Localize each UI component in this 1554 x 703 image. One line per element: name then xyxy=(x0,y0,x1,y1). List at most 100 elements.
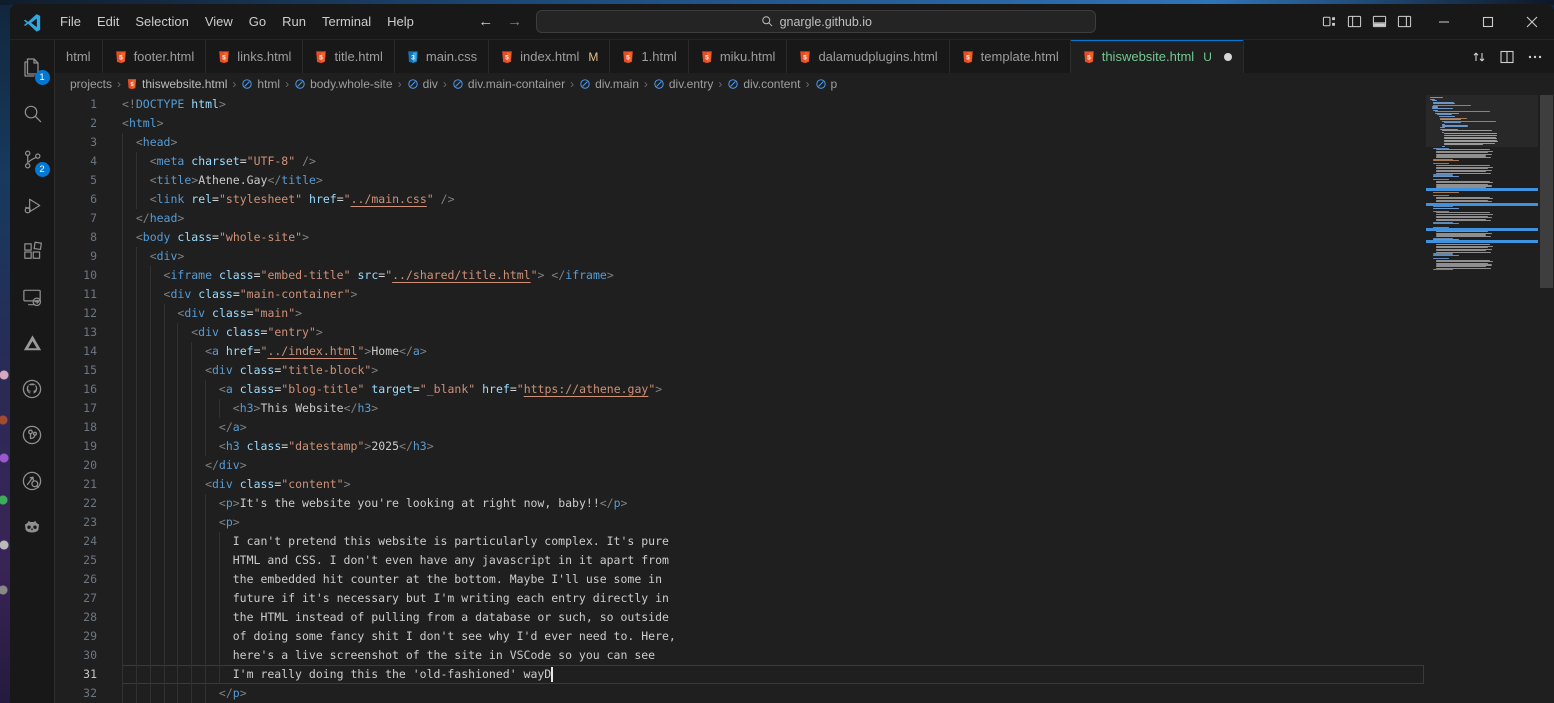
dirty-dot-icon[interactable] xyxy=(1224,53,1232,61)
code-line[interactable]: 7</head> xyxy=(55,209,1424,228)
minimize-button[interactable] xyxy=(1422,4,1466,40)
breadcrumb-item[interactable]: div.content xyxy=(743,77,800,91)
code-line[interactable]: 23<p> xyxy=(55,513,1424,532)
breadcrumb-item[interactable]: div.main xyxy=(595,77,639,91)
menu-run[interactable]: Run xyxy=(274,11,314,32)
code-line[interactable]: 18</a> xyxy=(55,418,1424,437)
code-line[interactable]: 29of doing some fancy shit I don't see w… xyxy=(55,627,1424,646)
breadcrumb-item[interactable]: body.whole-site xyxy=(310,77,393,91)
menu-terminal[interactable]: Terminal xyxy=(314,11,379,32)
code-line[interactable]: 9<div> xyxy=(55,247,1424,266)
nav-back-button[interactable]: ← xyxy=(478,13,493,30)
code-line[interactable]: 27future if it's necessary but I'm writi… xyxy=(55,589,1424,608)
code-line[interactable]: 19<h3 class="datestamp">2025</h3> xyxy=(55,437,1424,456)
open-changes-icon[interactable] xyxy=(1466,45,1492,69)
code-line[interactable]: 16<a class="blog-title" target="_blank" … xyxy=(55,380,1424,399)
menu-help[interactable]: Help xyxy=(379,11,422,32)
code-line[interactable]: 14<a href="../index.html">Home</a> xyxy=(55,342,1424,361)
code-line[interactable]: 26the embedded hit counter at the bottom… xyxy=(55,570,1424,589)
code-line[interactable]: 13<div class="entry"> xyxy=(55,323,1424,342)
scrollbar-thumb[interactable] xyxy=(1540,95,1553,288)
code-line[interactable]: 15<div class="title-block"> xyxy=(55,361,1424,380)
tab-template.html[interactable]: 5template.html xyxy=(950,40,1071,73)
breadcrumb-item[interactable]: div xyxy=(423,77,438,91)
tab-links.html[interactable]: 5links.html xyxy=(206,40,303,73)
activitybar-extensions[interactable] xyxy=(10,228,55,274)
activitybar-run-and-debug[interactable] xyxy=(10,182,55,228)
tab-footer.html[interactable]: 5footer.html xyxy=(103,40,207,73)
tab-main.css[interactable]: 3main.css xyxy=(395,40,489,73)
split-editor-icon[interactable] xyxy=(1494,45,1520,69)
chevron-right-icon: › xyxy=(805,77,811,91)
code-line[interactable]: 6<link rel="stylesheet" href="../main.cs… xyxy=(55,190,1424,209)
maximize-button[interactable] xyxy=(1466,4,1510,40)
code-line[interactable]: 24I can't pretend this website is partic… xyxy=(55,532,1424,551)
toggle-primary-sidebar-icon[interactable] xyxy=(1347,14,1362,29)
code-line[interactable]: 5<title>Athene.Gay</title> xyxy=(55,171,1424,190)
symbol-element-icon xyxy=(727,77,739,91)
minimap-row xyxy=(1433,176,1459,177)
code-line[interactable]: 17<h3>This Website</h3> xyxy=(55,399,1424,418)
menu-edit[interactable]: Edit xyxy=(89,11,127,32)
activitybar-explorer[interactable]: 1 xyxy=(10,44,55,90)
tab-html[interactable]: html xyxy=(55,40,103,73)
tab-miku.html[interactable]: 5miku.html xyxy=(689,40,788,73)
line-number: 15 xyxy=(55,361,122,380)
tab-title.html[interactable]: 5title.html xyxy=(303,40,394,73)
code-text: <p>It's the website you're looking at ri… xyxy=(122,494,1424,513)
code-line[interactable]: 30here's a live screenshot of the site i… xyxy=(55,646,1424,665)
activitybar-source-control[interactable]: 2 xyxy=(10,136,55,182)
code-line[interactable]: 21<div class="content"> xyxy=(55,475,1424,494)
breadcrumb-root[interactable]: projects xyxy=(70,77,112,91)
breadcrumb-item[interactable]: html xyxy=(257,77,280,91)
nav-forward-button[interactable]: → xyxy=(507,13,522,30)
tab-index.html[interactable]: 5index.htmlM xyxy=(489,40,610,73)
command-center[interactable]: gnargle.github.io xyxy=(536,10,1096,33)
activitybar-remote-explorer[interactable] xyxy=(10,274,55,320)
code-line[interactable]: 8<body class="whole-site"> xyxy=(55,228,1424,247)
activitybar-search[interactable] xyxy=(10,90,55,136)
line-number: 23 xyxy=(55,513,122,532)
code-line[interactable]: 4<meta charset="UTF-8" /> xyxy=(55,152,1424,171)
code-line[interactable]: 11<div class="main-container"> xyxy=(55,285,1424,304)
code-editor[interactable]: 1<!DOCTYPE html>2<html>3<head>4<meta cha… xyxy=(55,95,1554,703)
code-text: <iframe class="embed-title" src="../shar… xyxy=(122,266,1424,285)
code-line[interactable]: 3<head> xyxy=(55,133,1424,152)
menu-selection[interactable]: Selection xyxy=(127,11,196,32)
minimap[interactable] xyxy=(1426,95,1538,703)
minimap-change-marker xyxy=(1426,228,1538,231)
code-line[interactable]: 12<div class="main"> xyxy=(55,304,1424,323)
toggle-panel-icon[interactable] xyxy=(1372,14,1387,29)
tab-1.html[interactable]: 51.html xyxy=(610,40,688,73)
code-line[interactable]: 22<p>It's the website you're looking at … xyxy=(55,494,1424,513)
chevron-right-icon: › xyxy=(284,77,290,91)
tab-thiswebsite.html[interactable]: 5thiswebsite.htmlU xyxy=(1071,40,1244,73)
activitybar-extension-triangle[interactable] xyxy=(10,320,55,366)
code-line[interactable]: 31I'm really doing this the 'old-fashion… xyxy=(55,665,1424,684)
menu-file[interactable]: File xyxy=(52,11,89,32)
breadcrumb-item[interactable]: div.entry xyxy=(669,77,713,91)
activitybar-github[interactable] xyxy=(10,366,55,412)
code-line[interactable]: 25HTML and CSS. I don't even have any ja… xyxy=(55,551,1424,570)
more-actions-icon[interactable] xyxy=(1522,45,1548,69)
customize-layout-icon[interactable] xyxy=(1322,14,1337,29)
code-line[interactable]: 32</p> xyxy=(55,684,1424,703)
code-line[interactable]: 28the HTML instead of pulling from a dat… xyxy=(55,608,1424,627)
code-text: </head> xyxy=(122,209,1424,228)
menu-view[interactable]: View xyxy=(197,11,241,32)
breadcrumb-item[interactable]: div.main-container xyxy=(468,77,565,91)
activitybar-gitlens-search[interactable] xyxy=(10,458,55,504)
code-line[interactable]: 10<iframe class="embed-title" src="../sh… xyxy=(55,266,1424,285)
close-button[interactable] xyxy=(1510,4,1554,40)
breadcrumb-file[interactable]: thiswebsite.html xyxy=(142,77,227,91)
breadcrumb-item[interactable]: p xyxy=(831,77,838,91)
code-line[interactable]: 20</div> xyxy=(55,456,1424,475)
toggle-secondary-sidebar-icon[interactable] xyxy=(1397,14,1412,29)
code-line[interactable]: 2<html> xyxy=(55,114,1424,133)
code-line[interactable]: 1<!DOCTYPE html> xyxy=(55,95,1424,114)
activitybar-gitlens[interactable] xyxy=(10,412,55,458)
activitybar-godot-tools[interactable] xyxy=(10,504,55,550)
vertical-scrollbar[interactable] xyxy=(1539,95,1554,703)
tab-dalamudplugins.html[interactable]: 5dalamudplugins.html xyxy=(787,40,949,73)
menu-go[interactable]: Go xyxy=(241,11,274,32)
